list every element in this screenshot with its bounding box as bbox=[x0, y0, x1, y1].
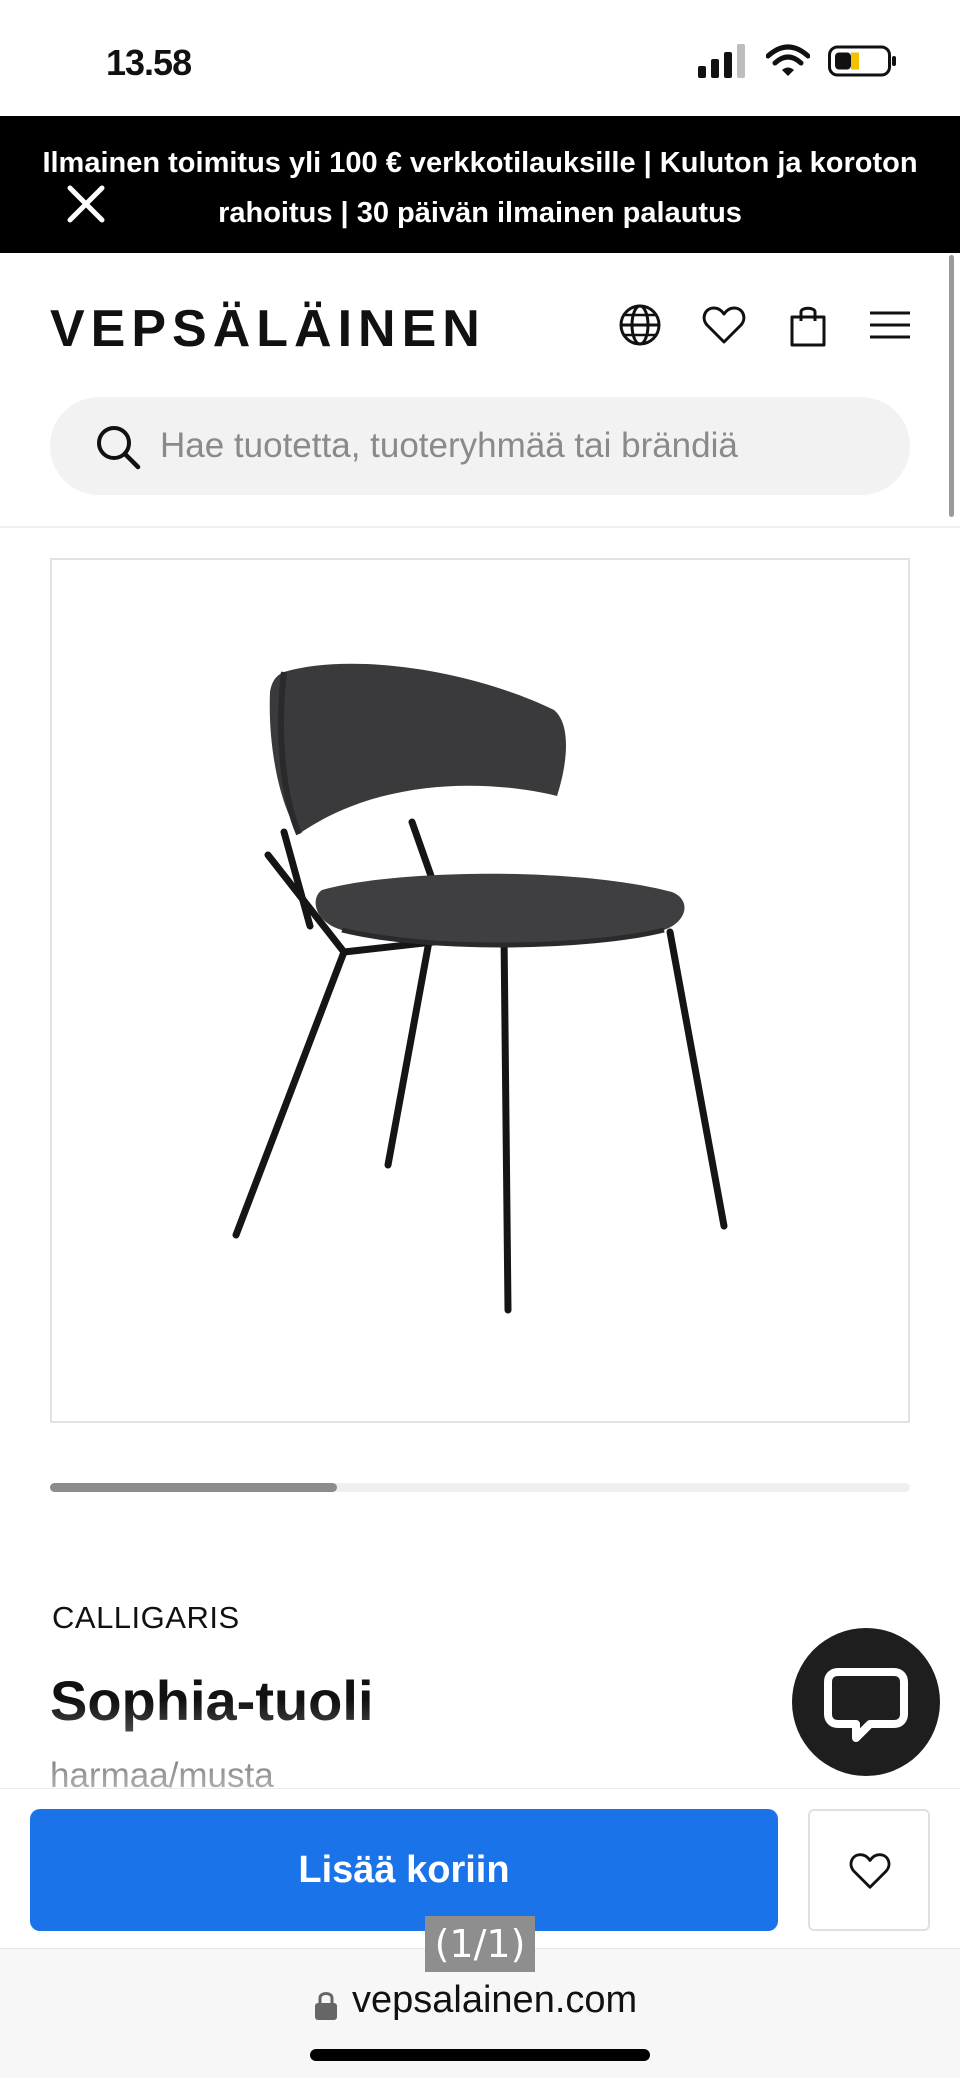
product-image[interactable] bbox=[50, 558, 910, 1423]
globe-icon[interactable] bbox=[616, 301, 664, 349]
product-brand[interactable]: CALLIGARIS bbox=[52, 1600, 240, 1636]
promo-banner: Ilmainen toimitus yli 100 € verkkotilauk… bbox=[0, 116, 960, 253]
search-input[interactable] bbox=[160, 397, 880, 495]
search-bar[interactable] bbox=[50, 397, 910, 495]
wishlist-button[interactable] bbox=[808, 1809, 930, 1931]
home-indicator[interactable] bbox=[310, 2049, 650, 2061]
heart-icon bbox=[849, 1853, 891, 1889]
page-scrollbar[interactable] bbox=[949, 255, 954, 517]
shopping-bag-icon[interactable] bbox=[784, 301, 832, 349]
status-bar: 13.58 bbox=[0, 0, 960, 116]
wifi-icon bbox=[766, 44, 810, 76]
menu-icon[interactable] bbox=[866, 301, 914, 349]
chair-image bbox=[232, 663, 728, 1314]
lock-icon bbox=[315, 1992, 337, 2020]
gallery-progress[interactable] bbox=[50, 1483, 910, 1492]
product-title: Sophia-tuoli bbox=[50, 1669, 374, 1732]
screenshot-counter: (1/1) bbox=[425, 1916, 535, 1972]
site-logo[interactable]: VEPSÄLÄINEN bbox=[50, 299, 486, 359]
site-header: VEPSÄLÄINEN bbox=[0, 253, 960, 528]
promo-text: Ilmainen toimitus yli 100 € verkkotilauk… bbox=[42, 147, 918, 229]
gallery-progress-thumb[interactable] bbox=[50, 1483, 337, 1492]
chat-icon bbox=[824, 1668, 908, 1742]
status-time: 13.58 bbox=[106, 42, 192, 83]
heart-icon[interactable] bbox=[700, 301, 748, 349]
url-text[interactable]: vepsalainen.com bbox=[352, 1979, 637, 2022]
chat-button[interactable] bbox=[792, 1628, 940, 1776]
cellular-signal-icon bbox=[698, 44, 745, 78]
status-icons bbox=[698, 44, 898, 78]
battery-icon bbox=[828, 45, 896, 77]
add-to-cart-button[interactable]: Lisää koriin bbox=[30, 1809, 778, 1931]
search-icon[interactable] bbox=[94, 423, 142, 471]
